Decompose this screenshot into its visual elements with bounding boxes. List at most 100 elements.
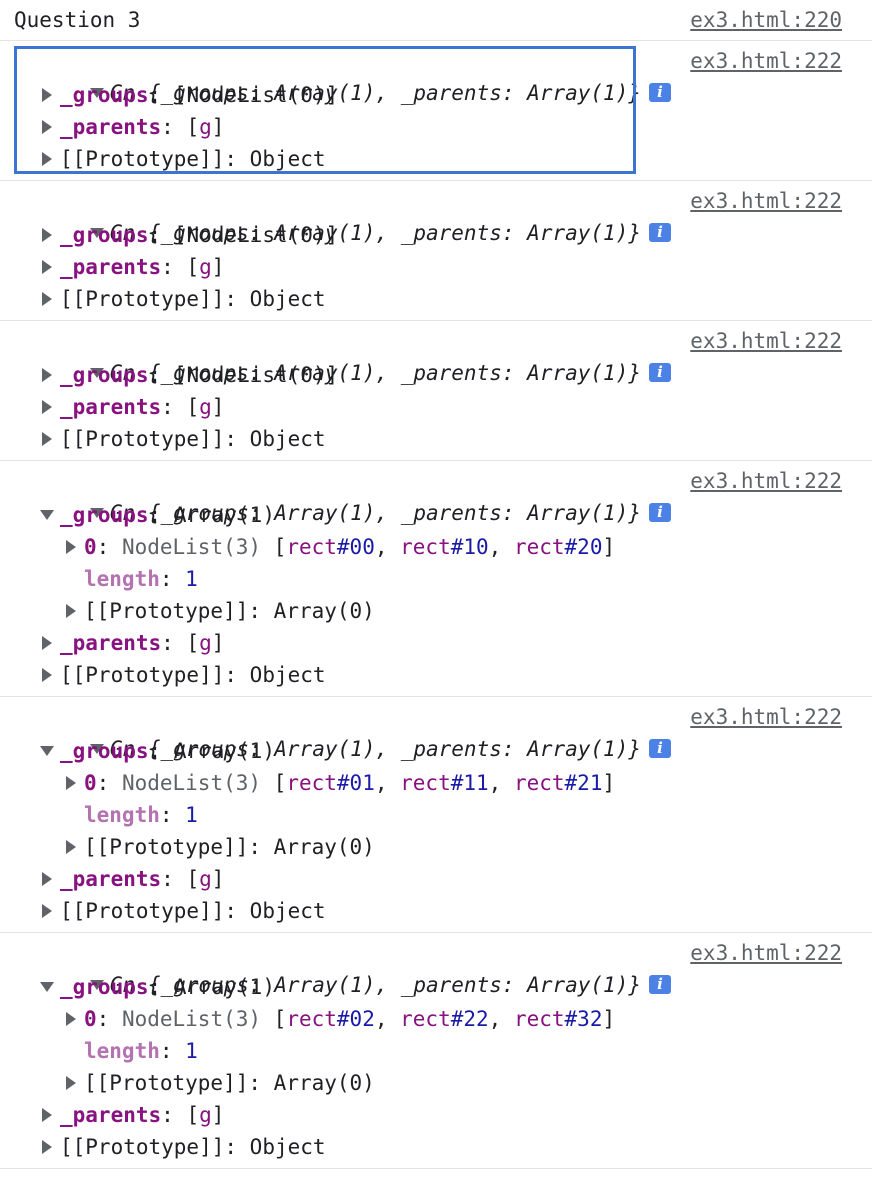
property-value: g (199, 115, 212, 139)
object-summary[interactable]: Gn {_groups: Array(1), _parents: Array(1… (14, 937, 671, 997)
node-id: #20 (564, 535, 603, 559)
node-id: #02 (336, 1007, 375, 1031)
property-prototype[interactable]: [[Prototype]]: Array(0) (64, 595, 375, 627)
triangle-down-icon[interactable] (40, 981, 54, 992)
info-icon[interactable]: i (648, 362, 671, 382)
triangle-right-icon[interactable] (42, 1107, 52, 1122)
property-groups[interactable]: _groups: [NodeList(0)] (40, 79, 338, 111)
property-length: length: 1 (84, 799, 198, 831)
info-icon[interactable]: i (648, 738, 671, 758)
property-key: _parents (60, 631, 162, 655)
punct: : (148, 739, 174, 763)
property-key: _groups (60, 223, 149, 247)
punct: : (96, 1007, 122, 1031)
triangle-right-icon[interactable] (42, 119, 52, 134)
source-link[interactable]: ex3.html:222 (690, 701, 842, 733)
triangle-right-icon[interactable] (42, 87, 52, 102)
property-groups[interactable]: _groups: Array(1) (40, 499, 275, 531)
punct: ] (602, 1007, 616, 1031)
punct: , (375, 973, 401, 997)
triangle-down-icon[interactable] (40, 509, 54, 520)
property-key: [[Prototype]] (60, 147, 225, 171)
triangle-right-icon[interactable] (42, 227, 52, 242)
triangle-right-icon[interactable] (42, 1139, 52, 1154)
info-icon[interactable]: i (648, 974, 671, 994)
object-summary[interactable]: Gn {_groups: Array(1), _parents: Array(1… (14, 45, 671, 105)
property-value: Array(1) (173, 739, 275, 763)
info-icon[interactable]: i (648, 82, 671, 102)
property-parents[interactable]: _parents: [g] (40, 391, 224, 423)
property-parents[interactable]: _parents: [g] (40, 111, 224, 143)
property-prototype[interactable]: [[Prototype]]: Object (40, 143, 326, 175)
property-parents[interactable]: _parents: [g] (40, 863, 224, 895)
triangle-right-icon[interactable] (42, 291, 52, 306)
source-link[interactable]: ex3.html:220 (690, 4, 842, 36)
property-prototype[interactable]: [[Prototype]]: Array(0) (64, 1067, 375, 1099)
triangle-right-icon[interactable] (66, 603, 76, 618)
console-message: Gn {_groups: Array(1), _parents: Array(1… (0, 933, 872, 1169)
object-summary[interactable]: Gn {_groups: Array(1), _parents: Array(1… (14, 701, 671, 761)
triangle-down-icon[interactable] (40, 745, 54, 756)
punct: } (628, 737, 641, 761)
property-prototype[interactable]: [[Prototype]]: Array(0) (64, 831, 375, 863)
property-prototype[interactable]: [[Prototype]]: Object (40, 283, 326, 315)
property-prototype[interactable]: [[Prototype]]: Object (40, 423, 326, 455)
triangle-right-icon[interactable] (42, 399, 52, 414)
triangle-right-icon[interactable] (42, 871, 52, 886)
triangle-right-icon[interactable] (42, 667, 52, 682)
object-summary[interactable]: Gn {_groups: Array(1), _parents: Array(1… (14, 185, 671, 245)
preview-value: Array(1) (274, 973, 376, 997)
info-icon[interactable]: i (648, 502, 671, 522)
array-item-0[interactable]: 0: NodeList(3) [rect#02, rect#22, rect#3… (64, 1003, 615, 1035)
console-message: Gn {_groups: Array(1), _parents: Array(1… (0, 41, 872, 181)
property-parents[interactable]: _parents: [g] (40, 251, 224, 283)
node-tag: rect (286, 771, 337, 795)
array-item-0[interactable]: 0: NodeList(3) [rect#01, rect#11, rect#2… (64, 767, 615, 799)
triangle-right-icon[interactable] (66, 775, 76, 790)
source-link[interactable]: ex3.html:222 (690, 45, 842, 77)
triangle-right-icon[interactable] (42, 151, 52, 166)
triangle-right-icon[interactable] (66, 1075, 76, 1090)
property-parents[interactable]: _parents: [g] (40, 1099, 224, 1131)
property-value: Array(1) (173, 503, 275, 527)
property-groups[interactable]: _groups: [NodeList(0)] (40, 219, 338, 251)
property-value: Array(1) (173, 975, 275, 999)
bracket: ] (211, 115, 225, 139)
property-prototype[interactable]: [[Prototype]]: Object (40, 1131, 326, 1163)
punct: , (375, 361, 401, 385)
property-value: Object (249, 287, 326, 311)
triangle-right-icon[interactable] (42, 431, 52, 446)
triangle-right-icon[interactable] (42, 259, 52, 274)
node-id: #22 (450, 1007, 489, 1031)
property-value: Object (249, 1135, 326, 1159)
punct: , (374, 535, 401, 559)
source-link[interactable]: ex3.html:222 (690, 185, 842, 217)
property-groups[interactable]: _groups: Array(1) (40, 971, 275, 1003)
punct: : (161, 115, 187, 139)
source-link[interactable]: ex3.html:222 (690, 465, 842, 497)
property-groups[interactable]: _groups: [NodeList(0)] (40, 359, 338, 391)
property-groups[interactable]: _groups: Array(1) (40, 735, 275, 767)
property-prototype[interactable]: [[Prototype]]: Object (40, 659, 326, 691)
preview-key: _parents (400, 361, 502, 385)
array-item-0[interactable]: 0: NodeList(3) [rect#00, rect#10, rect#2… (64, 531, 615, 563)
triangle-right-icon[interactable] (42, 367, 52, 382)
object-summary[interactable]: Gn {_groups: Array(1), _parents: Array(1… (14, 465, 671, 525)
info-icon[interactable]: i (648, 222, 671, 242)
bracket: ] (211, 1103, 225, 1127)
triangle-right-icon[interactable] (42, 903, 52, 918)
triangle-right-icon[interactable] (66, 1011, 76, 1026)
property-parents[interactable]: _parents: [g] (40, 627, 224, 659)
property-value: [NodeList(0)] (173, 363, 339, 387)
triangle-right-icon[interactable] (66, 539, 76, 554)
property-value: NodeList(3) (121, 535, 262, 559)
object-summary[interactable]: Gn {_groups: Array(1), _parents: Array(1… (14, 325, 671, 385)
source-link[interactable]: ex3.html:222 (690, 937, 842, 969)
property-prototype[interactable]: [[Prototype]]: Object (40, 895, 326, 927)
triangle-right-icon[interactable] (66, 839, 76, 854)
bracket: [ (186, 867, 200, 891)
source-link[interactable]: ex3.html:222 (690, 325, 842, 357)
punct: ] (602, 771, 616, 795)
property-value: Object (249, 427, 326, 451)
triangle-right-icon[interactable] (42, 635, 52, 650)
